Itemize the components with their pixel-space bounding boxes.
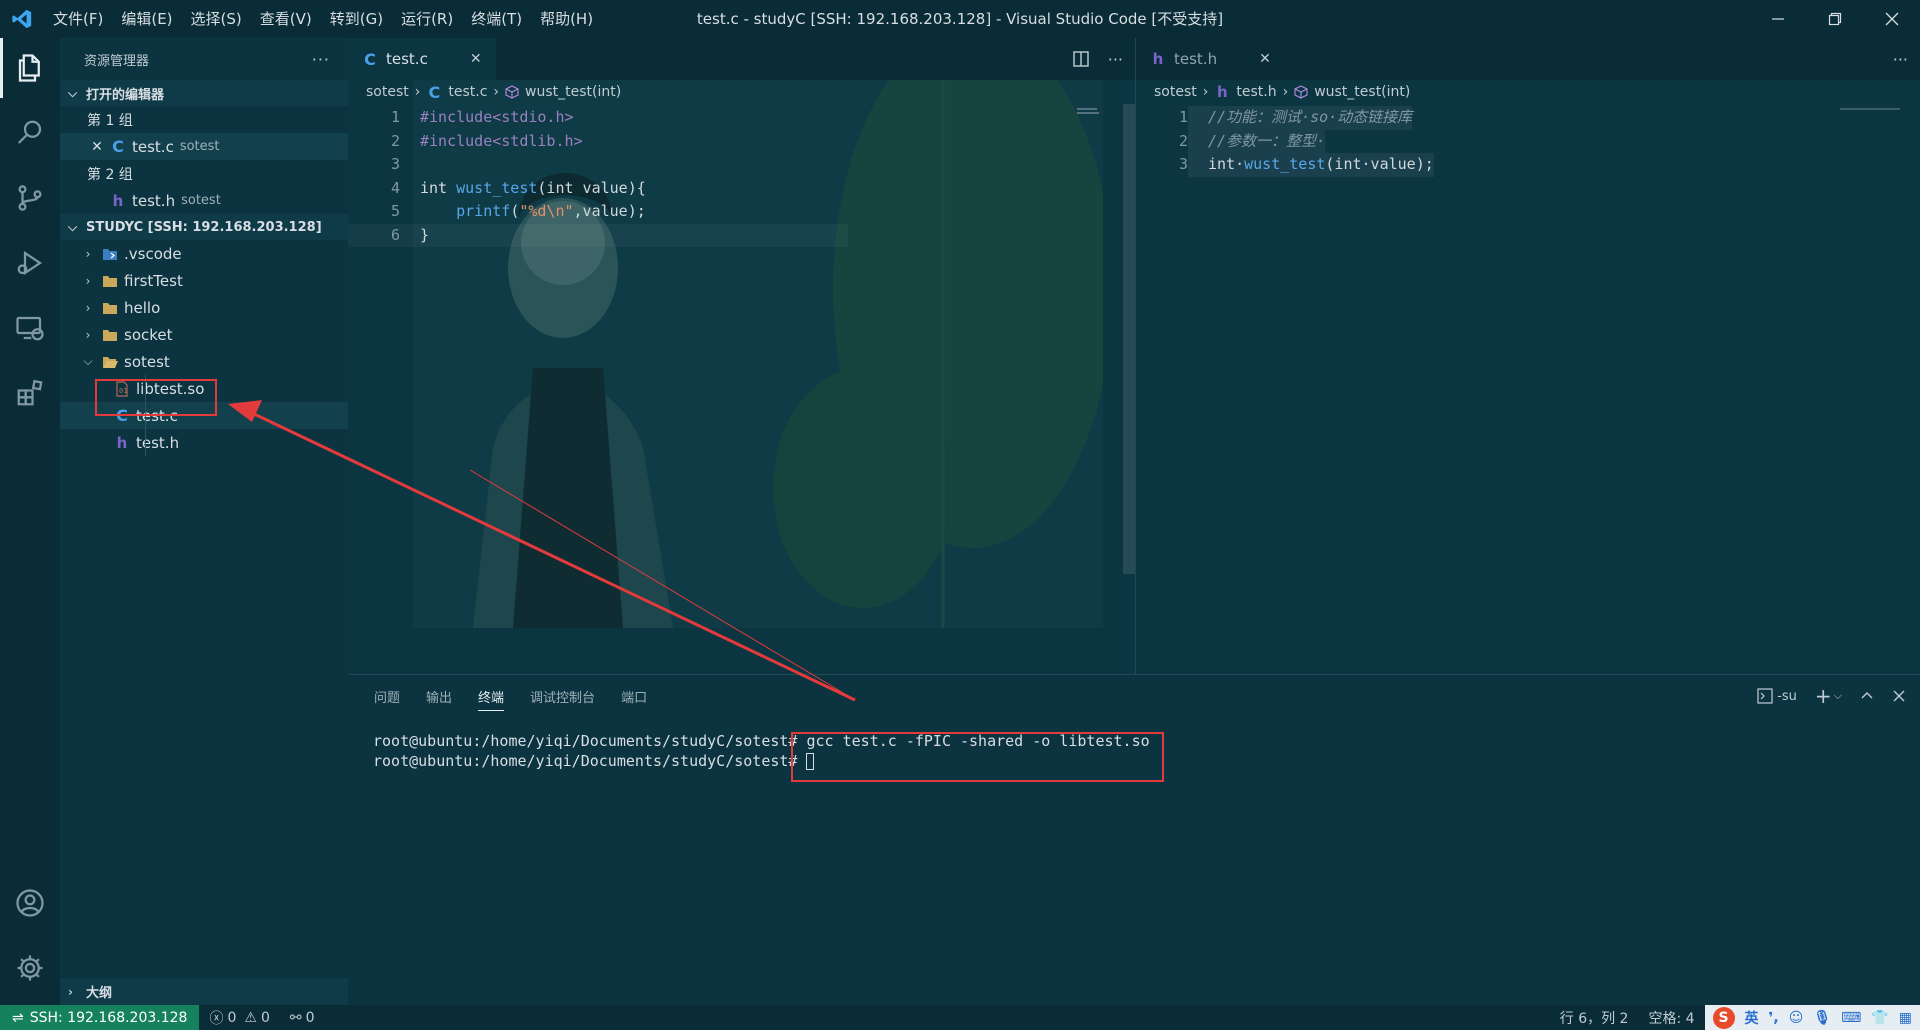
annotation-arrow xyxy=(228,400,856,702)
